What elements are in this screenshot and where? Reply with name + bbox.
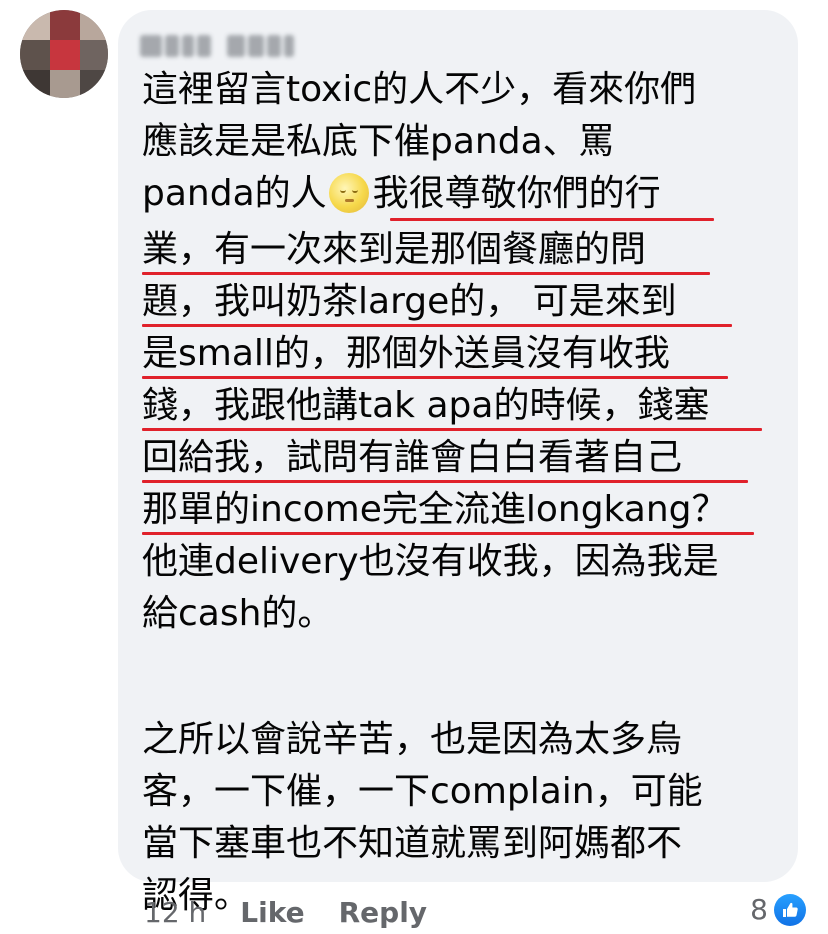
comment-line: 這裡留言toxic的人不少，看來你們 <box>142 69 697 110</box>
avatar[interactable] <box>20 10 108 98</box>
comment-line: 之所以會說辛苦，也是因為太多烏 <box>142 719 683 760</box>
moon-face-icon <box>328 173 369 213</box>
underline <box>142 272 710 275</box>
comment-line: 應該是是私底下催panda、罵 <box>142 121 615 162</box>
underline <box>142 428 762 431</box>
comment-line: 是small的，那個外送員沒有收我 <box>142 328 792 380</box>
comment-line: 當下塞車也不知道就罵到阿媽都不 <box>142 823 683 864</box>
comment-line: 題，我叫奶茶large的， 可是來到 <box>142 276 792 328</box>
comment-text: 這裡留言toxic的人不少，看來你們 應該是是私底下催panda、罵 panda… <box>142 64 792 922</box>
underline <box>390 218 714 221</box>
comment-line: 給cash的。 <box>142 593 334 634</box>
reaction-count: 8 <box>750 893 768 926</box>
comment-actions: 12 h Like Reply <box>144 890 804 934</box>
reaction-summary[interactable]: 8 <box>750 893 806 926</box>
timestamp[interactable]: 12 h <box>144 896 206 929</box>
comment-line: 他連delivery也沒有收我，因為我是 <box>142 541 719 582</box>
underline <box>142 532 754 535</box>
comment-line: 錢，我跟他講tak apa的時候，錢塞 <box>142 380 792 432</box>
paragraph-break <box>142 640 792 714</box>
like-button[interactable]: Like <box>240 896 304 929</box>
underline <box>142 376 728 379</box>
comment-line: 回給我，試問有誰會白白看著自己 <box>142 432 792 484</box>
underline <box>142 324 732 327</box>
comment-line: 那單的income完全流進longkang？ <box>142 484 792 536</box>
comment-line: 客，一下催，一下complain，可能 <box>142 771 703 812</box>
thumbs-up-icon <box>774 893 806 926</box>
comment-line: panda的人 我很尊敬你們的行 <box>142 168 792 224</box>
reply-button[interactable]: Reply <box>339 896 427 929</box>
comment-item: 這裡留言toxic的人不少，看來你們 應該是是私底下催panda、罵 panda… <box>0 0 828 934</box>
comment-line: 業，有一次來到是那個餐廳的問 <box>142 224 792 276</box>
author-name-redacted[interactable] <box>140 30 300 62</box>
underline <box>142 480 748 483</box>
